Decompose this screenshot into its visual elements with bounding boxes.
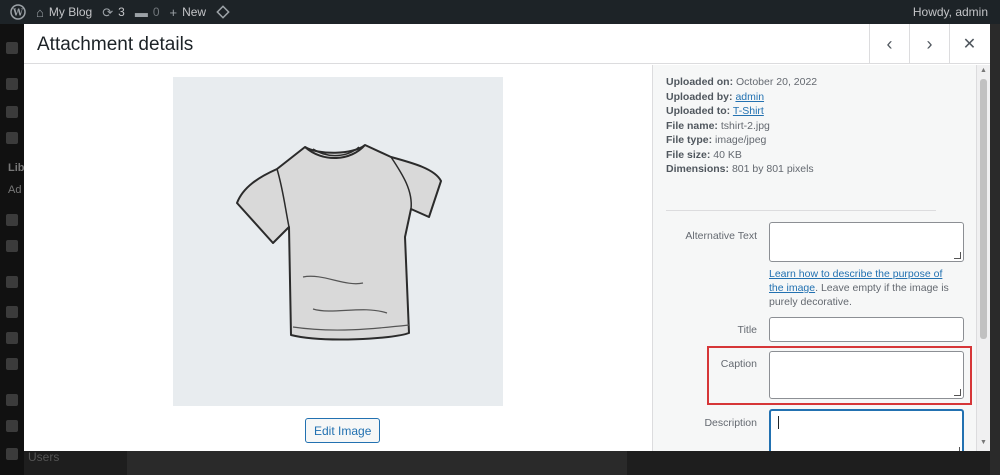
file-size-row: File size: 40 KB: [666, 148, 817, 163]
dimensions-row: Dimensions: 801 by 801 pixels: [666, 162, 817, 177]
alt-text-label: Alternative Text: [685, 230, 757, 242]
file-details: Uploaded on: October 20, 2022 Uploaded b…: [666, 75, 817, 177]
file-size-value: 40 KB: [713, 148, 742, 161]
menu-library-label[interactable]: Lib: [8, 162, 25, 174]
resize-handle-icon[interactable]: [954, 252, 961, 259]
uploaded-on-label: Uploaded on:: [666, 76, 734, 88]
uploaded-to-label: Uploaded to:: [666, 105, 731, 117]
uploaded-by-link[interactable]: admin: [735, 91, 764, 103]
next-media-button[interactable]: ›: [909, 24, 949, 64]
howdy-account[interactable]: Howdy, admin: [913, 0, 988, 24]
alt-text-textarea[interactable]: [769, 222, 964, 262]
scroll-up-icon[interactable]: ▲: [980, 67, 987, 74]
description-textarea[interactable]: [769, 409, 964, 451]
users-icon[interactable]: [6, 448, 18, 460]
uploaded-by-row: Uploaded by: admin: [666, 90, 817, 105]
site-name: My Blog: [48, 5, 93, 19]
marketing-icon[interactable]: [6, 358, 18, 370]
uploaded-on-row: Uploaded on: October 20, 2022: [666, 75, 817, 90]
dashboard-icon[interactable]: [6, 42, 18, 54]
updates-count: 3: [118, 5, 125, 19]
uploaded-by-label: Uploaded by:: [666, 90, 733, 103]
file-name-row: File name: tshirt-2.jpg: [666, 119, 817, 134]
background-page-edge: [990, 24, 1000, 475]
comments-link[interactable]: ▬ 0: [135, 5, 160, 19]
attachment-image: [173, 77, 503, 406]
file-type-label: File type:: [666, 134, 713, 146]
wordpress-logo-icon[interactable]: W: [10, 4, 26, 20]
modal-header: Attachment details ‹ › ✕: [24, 24, 990, 64]
analytics-icon[interactable]: [6, 332, 18, 344]
new-label: New: [182, 5, 207, 19]
attachment-details-modal: Attachment details ‹ › ✕ Edit Image Uplo…: [24, 24, 990, 451]
chevron-left-icon: ‹: [886, 33, 893, 54]
title-input[interactable]: [769, 317, 964, 342]
sidebar-scrollbar[interactable]: ▲ ▼: [976, 65, 990, 451]
title-label: Title: [737, 324, 757, 336]
products-icon[interactable]: [6, 306, 18, 318]
menu-users-label[interactable]: Users: [28, 450, 59, 464]
menu-add-label[interactable]: Ad: [8, 184, 21, 196]
divider: [666, 210, 936, 211]
text-cursor: [778, 416, 779, 429]
close-modal-button[interactable]: ✕: [949, 24, 989, 64]
scroll-down-icon[interactable]: ▼: [980, 439, 987, 446]
alt-text-help: Learn how to describe the purpose of the…: [769, 267, 959, 309]
dimensions-label: Dimensions:: [666, 163, 730, 175]
svg-text:W: W: [12, 9, 24, 19]
chevron-right-icon: ›: [926, 33, 933, 54]
comments-menu-icon[interactable]: [6, 240, 18, 252]
description-label: Description: [704, 417, 757, 429]
pages-icon[interactable]: [6, 214, 18, 226]
plugins-icon[interactable]: [6, 420, 18, 432]
tshirt-illustration: [236, 144, 442, 341]
pin-icon[interactable]: [6, 106, 18, 118]
previous-media-button[interactable]: ‹: [869, 24, 909, 64]
updates-icon: ⟳: [102, 4, 114, 20]
image-preview-area: Edit Image: [24, 65, 652, 451]
admin-side-menu: Lib Ad: [0, 24, 25, 475]
dimensions-value: 801 by 801 pixels: [731, 163, 814, 175]
file-type-row: File type: image/jpeg: [666, 133, 817, 148]
site-name-link[interactable]: ⌂ My Blog: [36, 5, 92, 19]
uploaded-on-value: October 20, 2022: [736, 76, 818, 88]
edit-image-button[interactable]: Edit Image: [305, 418, 381, 443]
modal-title: Attachment details: [37, 34, 194, 55]
scroll-thumb[interactable]: [980, 79, 987, 339]
file-name-value: tshirt-2.jpg: [720, 119, 770, 132]
resize-handle-icon[interactable]: [954, 389, 961, 396]
woo-icon[interactable]: [6, 276, 18, 288]
caption-label: Caption: [720, 358, 757, 370]
comments-count: 0: [152, 5, 160, 19]
caption-textarea[interactable]: [769, 351, 964, 399]
file-name-label: File name:: [666, 119, 718, 132]
posts-icon[interactable]: [6, 78, 18, 90]
updates-link[interactable]: ⟳ 3: [102, 5, 125, 19]
file-size-label: File size:: [666, 148, 711, 161]
uploaded-to-row: Uploaded to: T-Shirt: [666, 104, 817, 119]
comment-icon: ▬: [134, 4, 148, 20]
new-content-link[interactable]: + New: [170, 5, 207, 19]
media-icon[interactable]: [6, 132, 18, 144]
plugin-diamond-icon[interactable]: [216, 5, 230, 19]
background-media-grid: [127, 451, 627, 475]
uploaded-to-link[interactable]: T-Shirt: [733, 105, 764, 117]
file-type-value: image/jpeg: [715, 134, 767, 146]
plus-icon: +: [169, 4, 178, 20]
home-icon: ⌂: [36, 4, 44, 20]
resize-handle-icon[interactable]: [953, 447, 960, 451]
close-icon: ✕: [962, 36, 977, 53]
appearance-icon[interactable]: [6, 394, 18, 406]
attachment-info-sidebar: Uploaded on: October 20, 2022 Uploaded b…: [652, 65, 976, 451]
admin-bar: W ⌂ My Blog ⟳ 3 ▬ 0 + New Howdy, admin: [0, 0, 1000, 24]
